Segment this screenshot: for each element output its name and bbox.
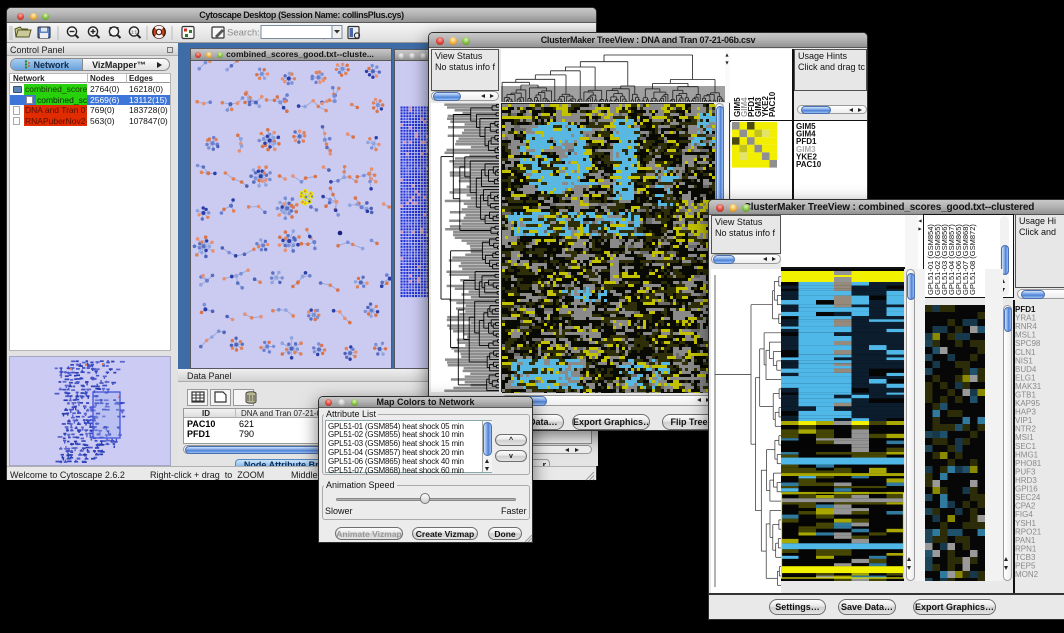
svg-text:Search:: Search: [227,28,260,39]
svg-text:PAC10: PAC10 [768,91,777,117]
svg-text:1:1: 1:1 [131,30,138,35]
